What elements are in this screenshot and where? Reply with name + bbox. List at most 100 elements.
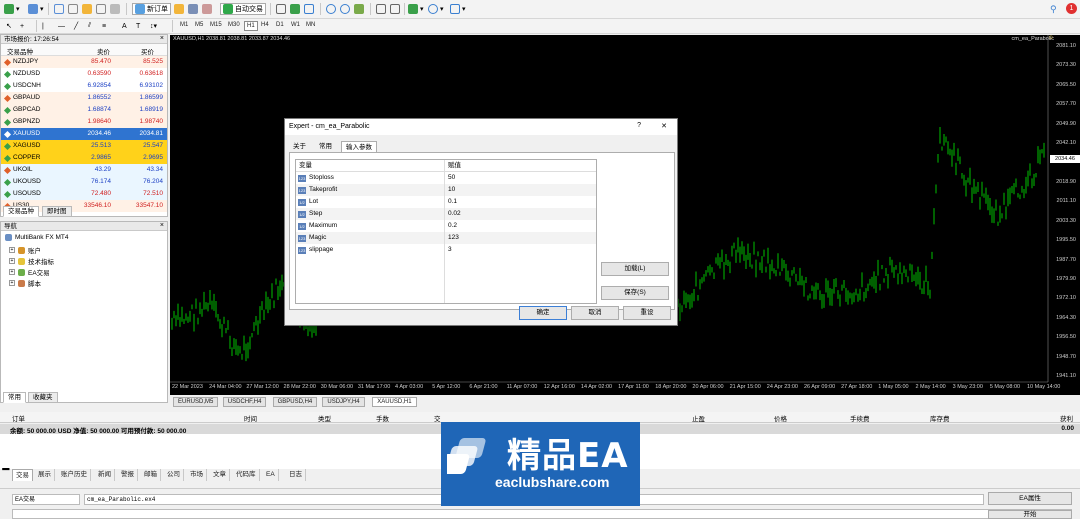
timeframe-h4[interactable]: H4 — [259, 21, 271, 29]
market-watch-row[interactable]: UKOUSD 76.174 76.204 — [1, 176, 167, 188]
autoscroll-button[interactable] — [376, 3, 386, 15]
terminal-tab[interactable]: 市场 — [187, 469, 207, 481]
hline-tool[interactable]: — — [58, 20, 65, 32]
param-value[interactable]: 0.2 — [448, 220, 457, 232]
col-lots[interactable]: 手数 — [376, 413, 389, 423]
timeframe-m30[interactable]: M30 — [226, 21, 242, 29]
market-watch-row[interactable]: XAGUSD 25.513 25.547 — [1, 140, 167, 152]
auto-trading-button[interactable]: 自动交易 — [220, 3, 266, 15]
chart-tab[interactable]: XAUUSD,H1 — [372, 397, 417, 407]
fibo-tool[interactable]: ≡ — [102, 20, 106, 32]
market-watch-row[interactable]: USDCNH 6.92854 6.93102 — [1, 80, 167, 92]
param-row[interactable]: 123 slippage 3 — [296, 244, 596, 256]
terminal-tab[interactable]: EA — [263, 469, 279, 481]
timeframe-w1[interactable]: W1 — [289, 21, 302, 29]
tab-favorites[interactable]: 收藏夹 — [28, 392, 58, 403]
templates-button[interactable]: ▾ — [450, 3, 466, 15]
market-watch-toggle[interactable] — [54, 3, 64, 15]
cancel-button[interactable]: 取消 — [571, 306, 619, 320]
market-watch-row[interactable]: UKOIL 43.29 43.34 — [1, 164, 167, 176]
expand-icon[interactable]: + — [9, 280, 15, 286]
chart-tab[interactable]: EURUSD,M5 — [173, 397, 219, 407]
chart-tab[interactable]: USDCHF,H4 — [222, 397, 267, 407]
timeframe-m15[interactable]: M15 — [208, 21, 224, 29]
col-profit[interactable]: 获利 — [1060, 413, 1073, 423]
line-chart-button[interactable] — [304, 3, 314, 15]
search-button[interactable]: ⚲ — [1050, 3, 1057, 15]
terminal-tab[interactable]: 文章 — [210, 469, 230, 481]
new-order-button[interactable]: 新订单 — [132, 3, 171, 15]
trendline-tool[interactable]: ╱ — [74, 20, 78, 32]
terminal-tab[interactable]: 邮箱 — [141, 469, 161, 481]
param-row[interactable]: 1/2 Maximum 0.2 — [296, 220, 596, 232]
market-watch-row[interactable]: COPPER 2.9865 2.9695 — [1, 152, 167, 164]
ea-type-select[interactable]: EA交易 — [12, 494, 80, 505]
close-icon[interactable]: × — [160, 35, 164, 42]
close-icon[interactable]: × — [160, 222, 164, 229]
market-watch-row[interactable]: NZDUSD 0.63590 0.63618 — [1, 68, 167, 80]
terminal-tab[interactable]: 新闻 — [95, 469, 115, 481]
text-tool[interactable]: A — [122, 20, 127, 32]
chart-tab[interactable]: GBPUSD,H4 — [272, 397, 318, 407]
zoom-out-button[interactable] — [340, 3, 350, 15]
col-symbol[interactable]: 交易品种 — [7, 46, 33, 56]
arrows-tool[interactable]: ↕▾ — [150, 20, 157, 32]
param-row[interactable]: 123 Takeprofit 10 — [296, 184, 596, 196]
col-symbol[interactable]: 交 — [434, 413, 441, 423]
col-price[interactable]: 价格 — [774, 413, 787, 423]
tester-toggle[interactable] — [110, 3, 120, 15]
timeframe-h1[interactable]: H1 — [244, 21, 258, 31]
help-button[interactable]: ? — [637, 122, 641, 129]
param-value[interactable]: 0.1 — [448, 196, 457, 208]
indicators-button[interactable]: ▾ — [408, 3, 424, 15]
expand-icon[interactable]: + — [9, 258, 15, 264]
timeframe-mn[interactable]: MN — [304, 21, 317, 29]
reset-button[interactable]: 重设 — [623, 306, 671, 320]
market-watch-row[interactable]: XAUUSD 2034.46 2034.81 — [1, 128, 167, 140]
save-button[interactable]: 保存(S) — [601, 286, 669, 300]
col-swap[interactable]: 库存费 — [930, 413, 950, 423]
expand-icon[interactable]: + — [9, 269, 15, 275]
load-button[interactable]: 加载(L) — [601, 262, 669, 276]
param-value[interactable]: 50 — [448, 172, 455, 184]
tab-common[interactable]: 常用 — [3, 392, 26, 403]
zoom-in-button[interactable] — [326, 3, 336, 15]
signals-button[interactable] — [188, 3, 198, 15]
terminal-tab[interactable]: 账户历史 — [58, 469, 91, 481]
terminal-tab[interactable]: 代码库 — [233, 469, 260, 481]
nav-experts[interactable]: + EA交易 — [9, 267, 50, 277]
terminal-tab[interactable]: 交易 — [12, 469, 33, 481]
param-row[interactable]: 123 Magic 123 — [296, 232, 596, 244]
col-type[interactable]: 类型 — [318, 413, 331, 423]
new-chart-button[interactable]: ▾ — [4, 3, 20, 15]
param-value[interactable]: 0.02 — [448, 208, 461, 220]
market-watch-row[interactable]: GBPNZD 1.98640 1.98740 — [1, 116, 167, 128]
periods-button[interactable]: ▾ — [428, 3, 444, 15]
terminal-toggle[interactable] — [96, 3, 106, 15]
nav-indicators[interactable]: + 技术指标 — [9, 256, 54, 266]
param-row[interactable]: 1/2 Step 0.02 — [296, 208, 596, 220]
col-commission[interactable]: 手续费 — [850, 413, 870, 423]
nav-scripts[interactable]: + 脚本 — [9, 278, 41, 288]
label-tool[interactable]: T — [136, 20, 140, 32]
expand-icon[interactable]: + — [9, 247, 15, 253]
vline-tool[interactable]: | — [42, 20, 44, 32]
tab-tick-chart[interactable]: 即时图 — [42, 206, 72, 217]
tile-windows-button[interactable] — [354, 3, 364, 15]
candle-chart-button[interactable] — [290, 3, 300, 15]
chart-shift-button[interactable] — [390, 3, 400, 15]
timeframe-m1[interactable]: M1 — [178, 21, 190, 29]
ea-properties-button[interactable]: EA属性 — [988, 492, 1072, 505]
terminal-tab[interactable]: 日志 — [286, 469, 306, 481]
market-watch-row[interactable]: USOUSD 72.480 72.510 — [1, 188, 167, 200]
notification-icon[interactable]: 1 — [1066, 3, 1077, 14]
timeframe-m5[interactable]: M5 — [193, 21, 205, 29]
tab-symbols[interactable]: 交易品种 — [3, 206, 39, 217]
param-value[interactable]: 3 — [448, 244, 452, 256]
market-watch-row[interactable]: GBPCAD 1.68874 1.68919 — [1, 104, 167, 116]
col-order[interactable]: 订单 — [12, 413, 25, 423]
close-button[interactable]: ✕ — [661, 122, 667, 130]
chart-tab[interactable]: USDJPY,H4 — [322, 397, 365, 407]
param-row[interactable]: 1/2 Lot 0.1 — [296, 196, 596, 208]
col-bid[interactable]: 卖价 — [97, 46, 110, 56]
